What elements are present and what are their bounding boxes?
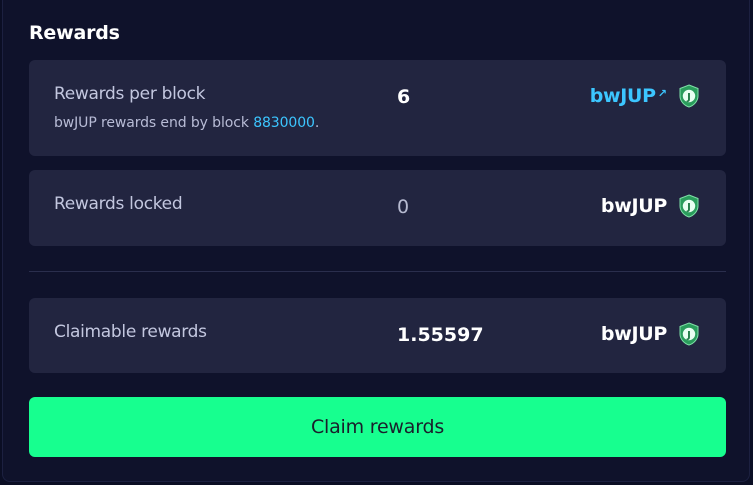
token-name: bwJUP (600, 323, 667, 345)
rewards-end-note: bwJUP rewards end by block 8830000. (54, 115, 319, 131)
section-title: Rewards (29, 22, 120, 44)
rewards-end-suffix: . (314, 115, 320, 131)
jupiter-token-icon: J (679, 84, 699, 108)
claimable-rewards-token: bwJUP J (601, 322, 701, 346)
rewards-end-prefix: bwJUP rewards end by block (54, 115, 254, 131)
rewards-per-block-token[interactable]: bwJUP ↗ J (590, 84, 701, 108)
token-name: bwJUP (600, 195, 667, 217)
rewards-locked-token: bwJUP J (601, 194, 701, 218)
jupiter-token-icon: J (679, 322, 699, 346)
claimable-rewards-value: 1.55597 (397, 324, 484, 346)
rewards-panel: Rewards Rewards per block bwJUP rewards … (2, 0, 750, 482)
claimable-rewards-label: Claimable rewards (54, 322, 207, 342)
rewards-per-block-label: Rewards per block (54, 84, 206, 104)
svg-text:J: J (686, 202, 691, 213)
rewards-locked-value: 0 (397, 196, 410, 218)
claim-rewards-button[interactable]: Claim rewards (29, 397, 726, 457)
svg-text:J: J (686, 92, 691, 103)
rewards-per-block-value: 6 (397, 86, 411, 108)
svg-text:J: J (686, 330, 691, 341)
jupiter-token-icon: J (679, 194, 699, 218)
external-link-icon: ↗ (657, 86, 667, 100)
token-link[interactable]: bwJUP (590, 85, 656, 107)
end-block-link[interactable]: 8830000 (253, 115, 315, 131)
section-divider (29, 271, 726, 272)
claimable-rewards-card: Claimable rewards 1.55597 bwJUP J (29, 298, 726, 373)
rewards-locked-label: Rewards locked (54, 194, 183, 214)
rewards-per-block-card: Rewards per block bwJUP rewards end by b… (29, 60, 726, 156)
rewards-locked-card: Rewards locked 0 bwJUP J (29, 170, 726, 246)
